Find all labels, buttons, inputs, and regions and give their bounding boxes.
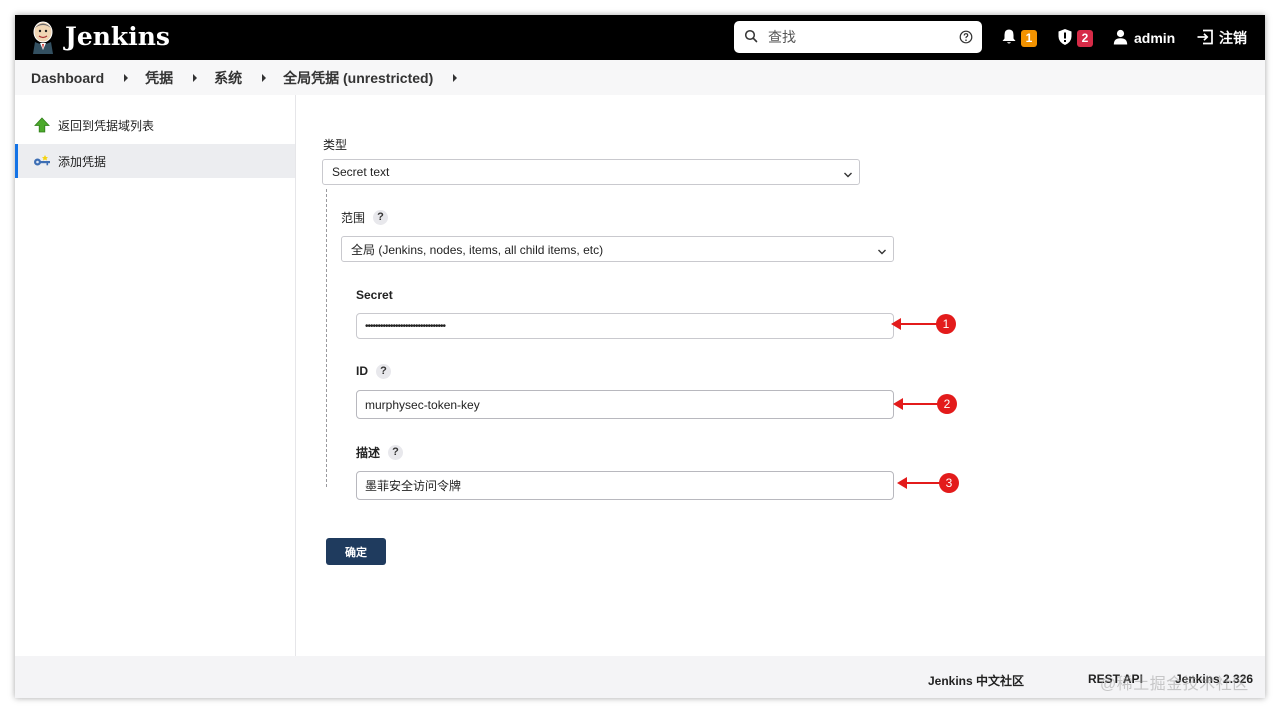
scope-select[interactable]: 全局 (Jenkins, nodes, items, all child ite…: [341, 236, 894, 262]
scope-label-text: 范围: [341, 210, 366, 225]
user-name: admin: [1134, 30, 1176, 46]
scope-label: 范围 ?: [341, 209, 389, 225]
annotation-arrow-1: 1: [891, 313, 961, 335]
breadcrumb-global-credentials[interactable]: 全局凭据 (unrestricted): [283, 68, 433, 88]
annotation-number: 3: [939, 473, 959, 493]
id-help-icon[interactable]: ?: [376, 363, 391, 379]
breadcrumb-chevron-icon[interactable]: [262, 73, 267, 82]
kind-label: 类型: [323, 138, 348, 152]
kind-select[interactable]: Secret text: [322, 159, 860, 185]
secret-input[interactable]: ••••••••••••••••••••••••••••••••: [356, 313, 894, 339]
arrow-line: [899, 323, 937, 325]
footer-community-link[interactable]: Jenkins 中文社区: [928, 672, 1024, 689]
secret-label: Secret: [356, 288, 393, 302]
logout-label: 注销: [1219, 30, 1247, 46]
breadcrumb-credentials[interactable]: 凭据: [145, 68, 173, 88]
breadcrumb: Dashboard 凭据 系统 全局凭据 (unrestricted): [15, 60, 1265, 95]
breadcrumb-dashboard[interactable]: Dashboard: [31, 70, 104, 86]
search-input[interactable]: [764, 25, 944, 49]
scope-help-icon[interactable]: ?: [373, 209, 389, 225]
key-icon: [33, 152, 51, 170]
watermark-text: @稀土掘金技术社区: [1100, 676, 1249, 693]
sidebar-item-add-credentials[interactable]: 添加凭据: [15, 144, 295, 178]
logout-button[interactable]: 注销: [1196, 27, 1247, 49]
security-button[interactable]: 2: [1057, 27, 1093, 49]
logout-icon: [1196, 29, 1214, 48]
footer: Jenkins 中文社区 REST API Jenkins 2.326 @稀土掘…: [15, 656, 1265, 698]
description-help-icon[interactable]: ?: [388, 444, 404, 460]
breadcrumb-chevron-icon[interactable]: [193, 73, 198, 82]
sidebar: 返回到凭据域列表 添加凭据: [15, 95, 296, 656]
jenkins-logo[interactable]: [29, 20, 57, 54]
security-badge: 2: [1077, 29, 1093, 47]
user-menu[interactable]: admin: [1113, 27, 1175, 49]
id-label: ID ?: [356, 363, 391, 379]
breadcrumb-system[interactable]: 系统: [214, 68, 242, 88]
submit-button[interactable]: 确定: [326, 538, 386, 565]
search-help-icon[interactable]: [959, 30, 973, 49]
arrow-line: [905, 482, 940, 484]
description-input-value: 墨菲安全访问令牌: [365, 479, 462, 493]
secret-input-value: ••••••••••••••••••••••••••••••••: [365, 320, 446, 332]
arrow-line: [901, 403, 938, 405]
sidebar-item-label: 添加凭据: [58, 154, 107, 169]
breadcrumb-chevron-icon[interactable]: [453, 73, 458, 82]
id-input[interactable]: murphysec-token-key: [356, 390, 894, 419]
browser-window: Jenkins 1 2 admin: [15, 15, 1265, 698]
shield-alert-icon: [1057, 28, 1073, 49]
description-label-text: 描述: [356, 445, 381, 460]
annotation-number: 2: [937, 394, 957, 414]
description-input[interactable]: 墨菲安全访问令牌: [356, 471, 894, 500]
id-input-value: murphysec-token-key: [365, 397, 480, 412]
user-icon: [1113, 29, 1128, 48]
annotation-arrow-2: 2: [893, 393, 963, 415]
annotation-arrow-3: 3: [897, 472, 967, 494]
chevron-down-icon: [843, 168, 853, 182]
annotation-number: 1: [936, 314, 956, 334]
sidebar-item-back-to-domains[interactable]: 返回到凭据域列表: [15, 108, 295, 142]
id-label-text: ID: [356, 364, 368, 378]
chevron-down-icon: [877, 245, 887, 259]
notifications-button[interactable]: 1: [1001, 27, 1037, 49]
sidebar-item-label: 返回到凭据域列表: [58, 118, 155, 133]
kind-select-value: Secret text: [332, 165, 390, 179]
main-content: 类型 Secret text 范围 ? 全局 (Jenkins, nodes, …: [297, 95, 1265, 656]
green-up-arrow-icon: [33, 116, 51, 134]
brand-title[interactable]: Jenkins: [65, 21, 170, 53]
search-icon: [744, 29, 758, 48]
top-header: Jenkins 1 2 admin: [15, 15, 1265, 60]
search-box[interactable]: [734, 21, 982, 53]
description-label: 描述 ?: [356, 444, 404, 460]
bell-icon: [1001, 28, 1017, 48]
scope-select-value: 全局 (Jenkins, nodes, items, all child ite…: [351, 242, 604, 257]
form-group-divider: [326, 189, 327, 487]
notifications-badge: 1: [1021, 29, 1037, 47]
breadcrumb-chevron-icon[interactable]: [124, 73, 129, 82]
